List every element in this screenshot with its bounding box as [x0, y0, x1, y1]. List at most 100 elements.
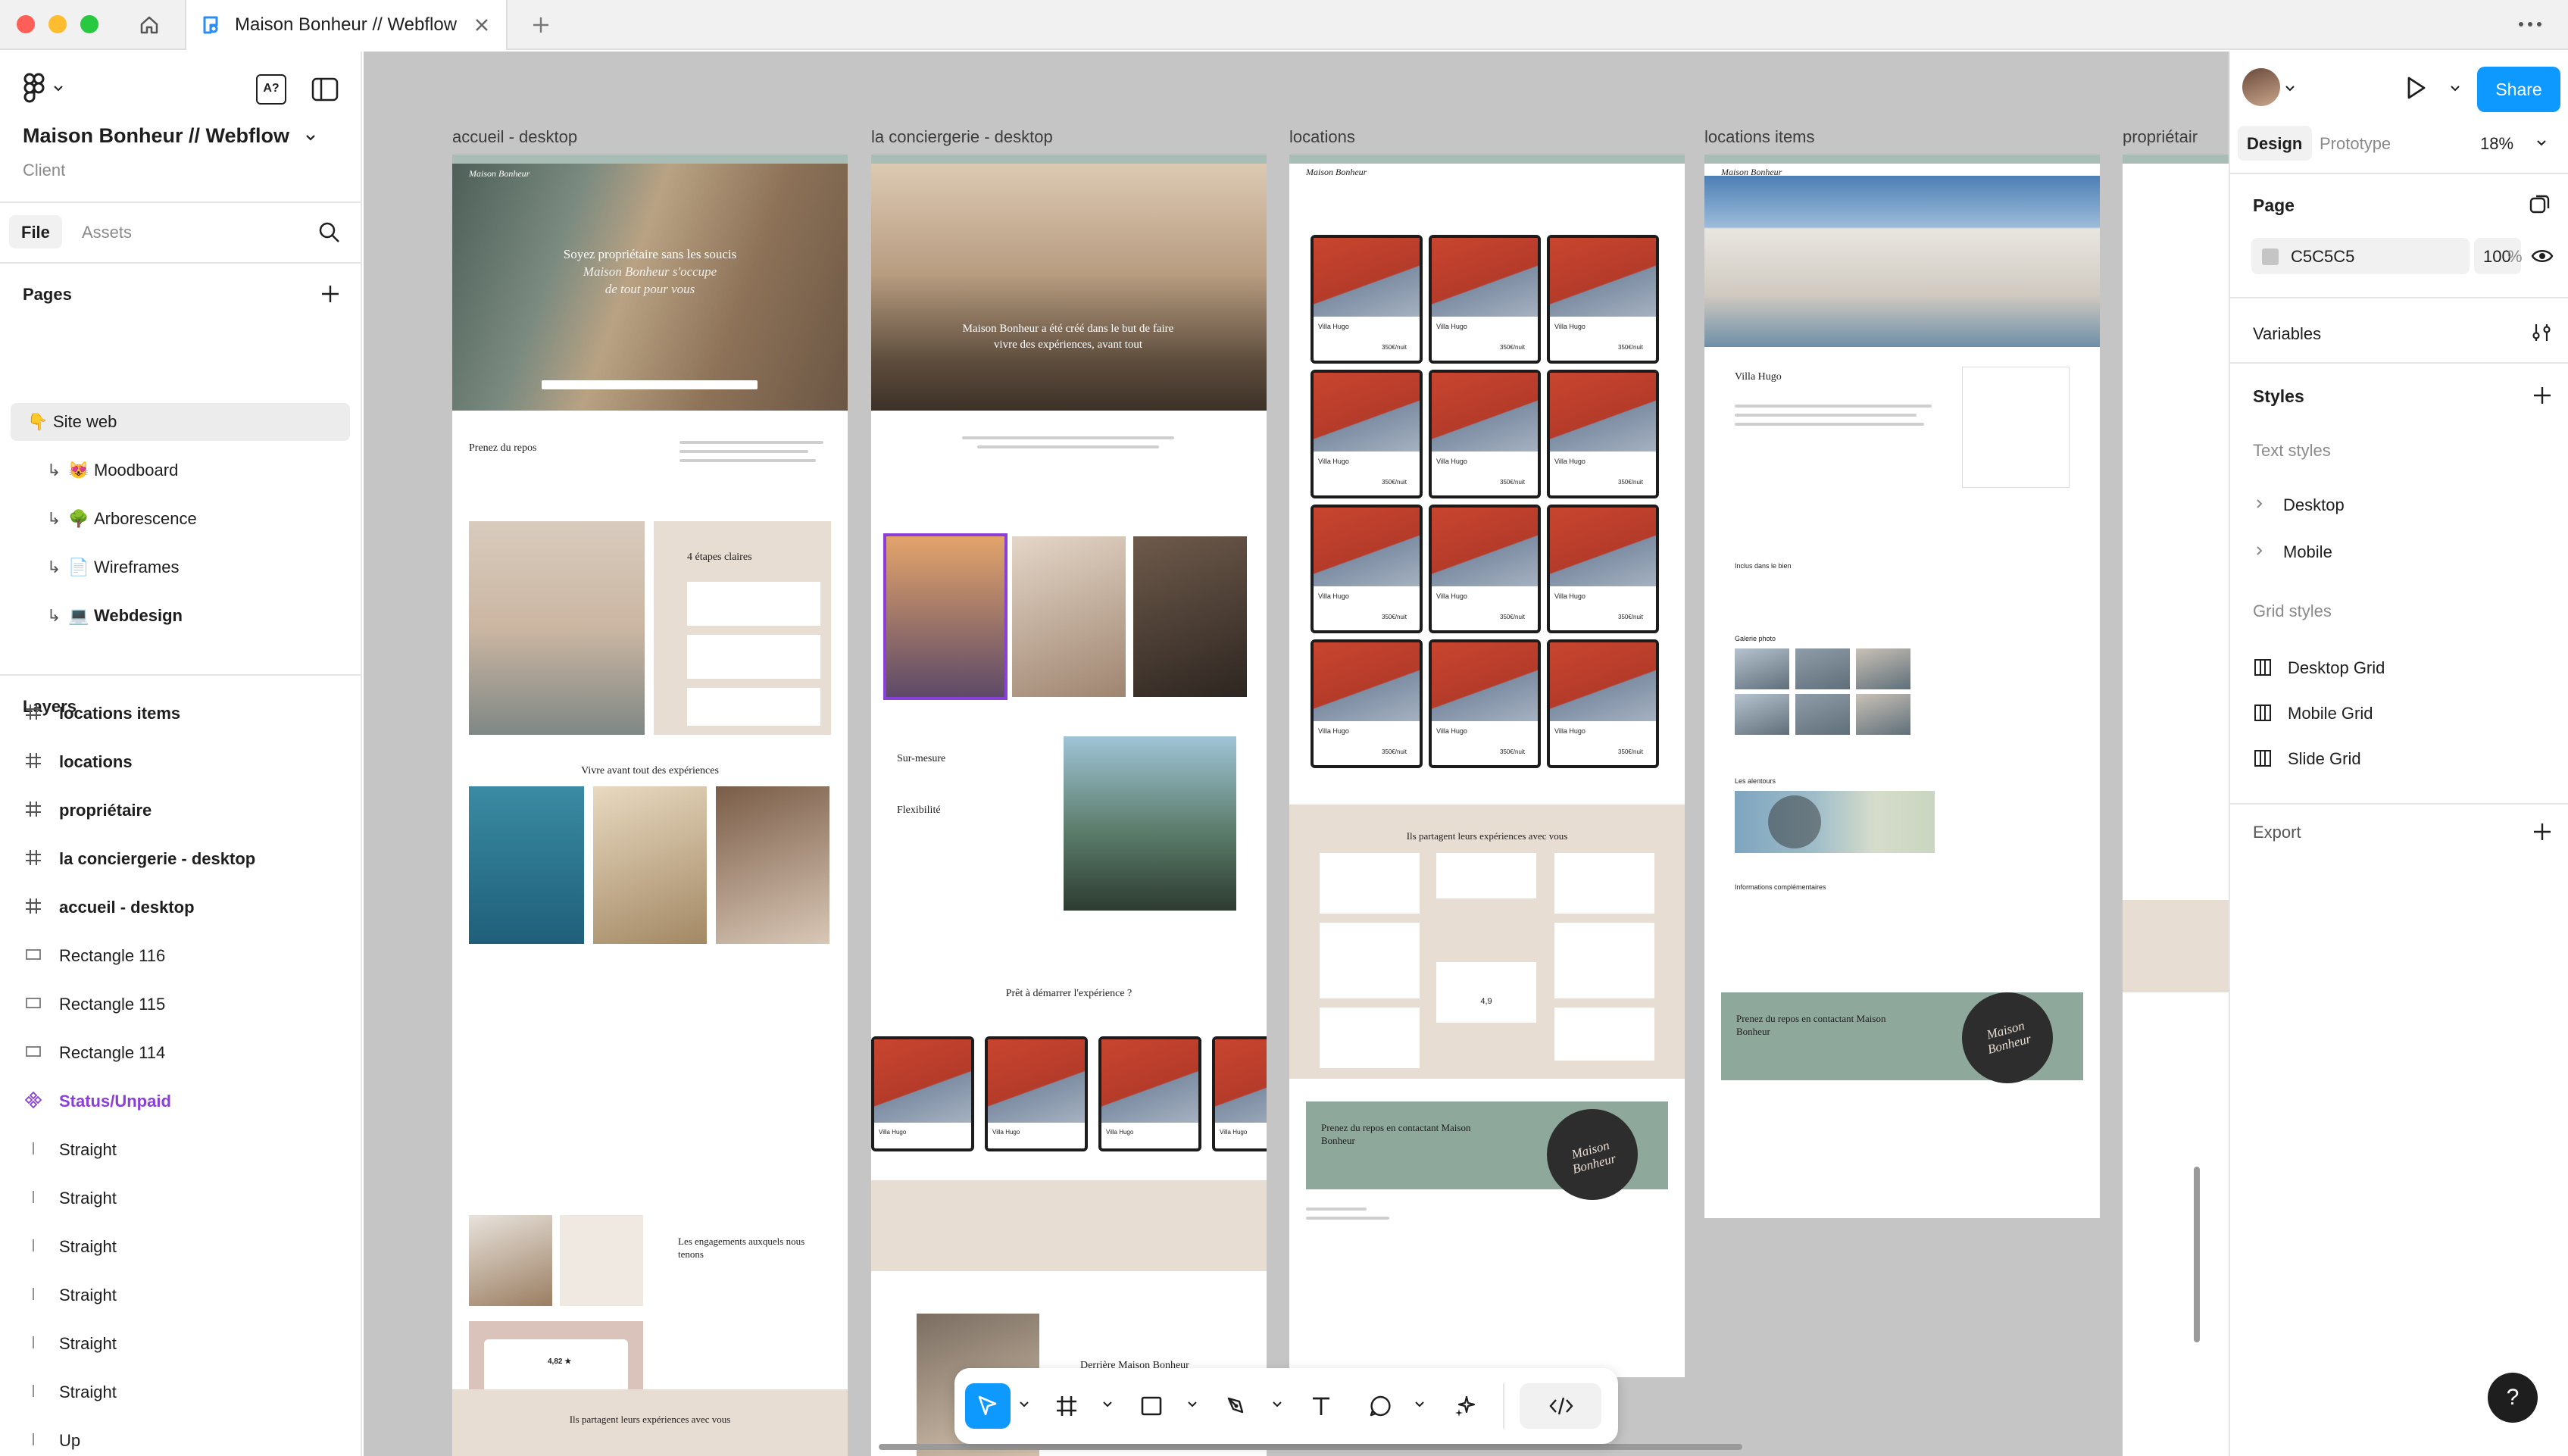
- gallery-image[interactable]: [1795, 694, 1850, 735]
- gallery-image[interactable]: [1856, 694, 1910, 735]
- villa-card[interactable]: Villa Hugo: [985, 1036, 1088, 1151]
- share-button[interactable]: Share: [2477, 67, 2560, 112]
- chevron-down-icon[interactable]: [1018, 1398, 1030, 1411]
- maximize-window-button[interactable]: [80, 15, 98, 33]
- layer-item[interactable]: Straight: [0, 1126, 361, 1174]
- frame-locations-items[interactable]: Maison Bonheur Villa Hugo Inclus dans le…: [1704, 155, 2100, 1218]
- canvas[interactable]: accueil - desktop la conciergerie - desk…: [364, 52, 2229, 1456]
- frame-conciergerie-desktop[interactable]: Maison Bonheur a été créé dans le but de…: [871, 155, 1267, 1456]
- tab-prototype[interactable]: Prototype: [2320, 134, 2391, 154]
- page-color-field[interactable]: C5C5C5: [2251, 238, 2470, 274]
- selected-image-component[interactable]: [883, 533, 1008, 700]
- layer-item[interactable]: Rectangle 114: [0, 1029, 361, 1077]
- layer-item[interactable]: Straight: [0, 1271, 361, 1320]
- add-page-icon[interactable]: [320, 283, 341, 305]
- layer-item[interactable]: locations items: [0, 689, 361, 738]
- more-icon[interactable]: [2515, 17, 2545, 32]
- tab-design[interactable]: Design: [2238, 126, 2312, 161]
- close-tab-icon[interactable]: [473, 16, 491, 34]
- chevron-down-icon[interactable]: [1271, 1398, 1283, 1411]
- layer-item[interactable]: Straight: [0, 1320, 361, 1368]
- location-card[interactable]: Villa Hugo 350€/nuit: [1547, 505, 1659, 633]
- layer-item[interactable]: Up: [0, 1417, 361, 1456]
- location-card[interactable]: Villa Hugo 350€/nuit: [1547, 370, 1659, 498]
- zoom-level[interactable]: 18%: [2480, 134, 2513, 154]
- layer-item[interactable]: Straight: [0, 1368, 361, 1417]
- layer-item[interactable]: Status/Unpaid: [0, 1077, 361, 1126]
- vertical-scrollbar[interactable]: [2194, 1167, 2200, 1342]
- location-card[interactable]: Villa Hugo 350€/nuit: [1429, 505, 1541, 633]
- chevron-down-icon[interactable]: [1414, 1398, 1426, 1411]
- variables-icon[interactable]: [2530, 321, 2553, 344]
- grid-style-item[interactable]: Desktop Grid: [2245, 650, 2548, 683]
- chevron-down-icon[interactable]: [2450, 83, 2460, 94]
- frame-locations[interactable]: Maison Bonheur Villa Hugo 350€/nuit Villa …: [1289, 155, 1685, 1377]
- gallery-image[interactable]: [1795, 648, 1850, 689]
- frame-label-locations[interactable]: locations: [1289, 127, 1355, 147]
- villa-card[interactable]: Villa Hugo: [871, 1036, 974, 1151]
- horizontal-scrollbar[interactable]: [879, 1444, 1742, 1450]
- visibility-eye-icon[interactable]: [2530, 245, 2554, 267]
- layer-item[interactable]: propriétaire: [0, 786, 361, 835]
- shape-tool-button[interactable]: [1129, 1383, 1174, 1429]
- present-play-icon[interactable]: [2403, 74, 2429, 102]
- chevron-down-icon[interactable]: [2285, 83, 2295, 94]
- frame-label-accueil[interactable]: accueil - desktop: [452, 127, 577, 147]
- tab-assets[interactable]: Assets: [82, 223, 132, 242]
- chevron-down-icon[interactable]: [1186, 1398, 1198, 1411]
- add-style-icon[interactable]: [2532, 385, 2553, 406]
- comment-tool-button[interactable]: [1357, 1383, 1403, 1429]
- frame-proprietaire[interactable]: [2123, 155, 2229, 1456]
- page-item[interactable]: ↳ 💻 Webdesign: [11, 597, 350, 635]
- text-preview-icon[interactable]: A?: [256, 74, 286, 105]
- gallery-image[interactable]: [1856, 648, 1910, 689]
- variables-heading[interactable]: Variables: [2253, 324, 2321, 344]
- export-heading[interactable]: Export: [2253, 823, 2301, 842]
- frame-label-proprietaire[interactable]: propriétair: [2123, 127, 2198, 147]
- minimize-window-button[interactable]: [48, 15, 67, 33]
- villa-card[interactable]: Villa Hugo: [1098, 1036, 1201, 1151]
- location-card[interactable]: Villa Hugo 350€/nuit: [1311, 235, 1423, 364]
- text-style-item[interactable]: Mobile: [2245, 535, 2548, 568]
- page-item[interactable]: ↳ 🌳 Arborescence: [11, 500, 350, 538]
- chevron-down-icon[interactable]: [1101, 1398, 1114, 1411]
- home-button[interactable]: [133, 9, 165, 41]
- grid-style-item[interactable]: Slide Grid: [2245, 741, 2548, 774]
- add-export-icon[interactable]: [2532, 821, 2553, 842]
- location-card[interactable]: Villa Hugo 350€/nuit: [1311, 370, 1423, 498]
- file-tab[interactable]: Maison Bonheur // Webflow: [185, 0, 508, 50]
- location-card[interactable]: Villa Hugo 350€/nuit: [1311, 639, 1423, 768]
- frame-accueil-desktop[interactable]: Maison Bonheur Soyez propriétaire sans l…: [452, 155, 848, 1456]
- text-tool-button[interactable]: [1298, 1383, 1344, 1429]
- tab-file[interactable]: File: [9, 215, 62, 248]
- page-item[interactable]: 👇 Site web: [11, 403, 350, 441]
- toggle-sidebar-icon[interactable]: [311, 76, 339, 103]
- library-icon[interactable]: [2527, 192, 2551, 217]
- file-title[interactable]: Maison Bonheur // Webflow: [23, 124, 289, 148]
- frame-label-locations-items[interactable]: locations items: [1704, 127, 1815, 147]
- layer-item[interactable]: accueil - desktop: [0, 883, 361, 932]
- chevron-down-icon[interactable]: [305, 132, 317, 144]
- search-icon[interactable]: [318, 221, 341, 244]
- help-button[interactable]: ?: [2488, 1373, 2538, 1423]
- frame-label-conciergerie[interactable]: la conciergerie - desktop: [871, 127, 1053, 147]
- layer-item[interactable]: locations: [0, 738, 361, 786]
- avatar[interactable]: [2242, 68, 2280, 106]
- actions-tool-button[interactable]: [1442, 1383, 1488, 1429]
- location-card[interactable]: Villa Hugo 350€/nuit: [1311, 505, 1423, 633]
- layer-item[interactable]: la conciergerie - desktop: [0, 835, 361, 883]
- location-card[interactable]: Villa Hugo 350€/nuit: [1429, 235, 1541, 364]
- page-item[interactable]: ↳ 📄 Wireframes: [11, 548, 350, 586]
- villa-card[interactable]: Villa Hugo: [1212, 1036, 1267, 1151]
- layer-item[interactable]: Rectangle 116: [0, 932, 361, 980]
- frame-tool-button[interactable]: [1044, 1383, 1089, 1429]
- layer-item[interactable]: Rectangle 115: [0, 980, 361, 1029]
- layer-item[interactable]: Straight: [0, 1223, 361, 1271]
- chevron-down-icon[interactable]: [2536, 138, 2547, 148]
- page-item[interactable]: ↳ 😻 Moodboard: [11, 451, 350, 489]
- color-swatch[interactable]: [2262, 248, 2279, 265]
- layer-item[interactable]: Straight: [0, 1174, 361, 1223]
- close-window-button[interactable]: [17, 15, 35, 33]
- gallery-image[interactable]: [1735, 694, 1789, 735]
- location-card[interactable]: Villa Hugo 350€/nuit: [1547, 639, 1659, 768]
